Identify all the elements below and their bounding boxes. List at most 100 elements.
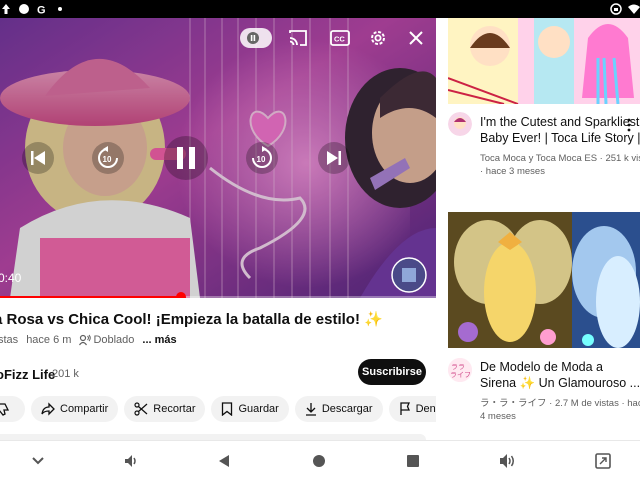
video-frame-image — [0, 18, 436, 298]
upload-icon — [2, 4, 10, 14]
progress-fill — [0, 296, 181, 298]
download-icon — [305, 403, 316, 416]
suggestion-meta-line1: ラ・ラ・ライフ · 2.7 M de vistas · hace — [480, 398, 640, 409]
back-icon — [219, 455, 229, 467]
recents-button[interactable] — [403, 451, 423, 471]
status-bar: G — [0, 0, 640, 18]
dislike-button[interactable] — [0, 396, 25, 422]
pause-button[interactable] — [164, 136, 208, 180]
suggestion-thumbnail-image — [448, 18, 640, 104]
suggestion-title-line1[interactable]: I'm the Cutest and Sparkliest — [480, 114, 640, 130]
volume-icon — [125, 455, 136, 467]
back-button[interactable] — [214, 451, 234, 471]
channel-subscribers: 201 k — [52, 368, 79, 380]
suggestion-meta-line2: 4 meses — [480, 411, 516, 422]
captions-icon: CC — [330, 30, 350, 46]
home-button[interactable] — [309, 451, 329, 471]
collapse-button[interactable] — [28, 451, 48, 471]
action-bar: Compartir Recortar Guardar Descargar Den… — [0, 396, 436, 422]
suggestion-title-line1[interactable]: De Modelo de Moda a — [480, 359, 640, 375]
download-button[interactable]: Descargar — [294, 396, 383, 422]
autoplay-toggle-icon — [247, 32, 259, 44]
dubbed-indicator: Doblado — [79, 334, 134, 346]
subscribe-button[interactable]: Suscribirse — [358, 359, 426, 385]
report-button[interactable]: Denunciar — [388, 396, 436, 422]
report-icon — [399, 402, 410, 415]
next-button[interactable] — [318, 142, 350, 174]
captions-button[interactable]: CC — [330, 28, 350, 48]
download-label: Descargar — [321, 403, 373, 415]
svg-text:10: 10 — [257, 155, 266, 164]
channel-name[interactable]: oFizz Life — [0, 367, 55, 382]
volume-right-button[interactable] — [498, 451, 518, 471]
svg-text:ライフ: ライフ — [450, 371, 471, 379]
suggestion-channel-avatar[interactable]: ララ ライフ — [448, 358, 472, 382]
save-button[interactable]: Guardar — [211, 396, 289, 422]
suggestion-title-line2[interactable]: Baby Ever! | Toca Life Story | — [480, 130, 640, 146]
circle-icon — [19, 4, 29, 14]
video-meta[interactable]: stas hace 6 m Doblado ... más — [0, 334, 177, 346]
channel-avatar-image: ララライフ — [448, 358, 472, 382]
dubbed-icon — [79, 334, 92, 346]
dot-icon — [58, 7, 62, 11]
previous-icon — [31, 151, 45, 165]
progress-thumb[interactable] — [175, 292, 186, 298]
media-icon — [610, 3, 622, 15]
forward-10-button[interactable]: 10 — [246, 142, 278, 174]
google-icon: G — [37, 5, 46, 16]
navigation-bar — [0, 440, 640, 480]
svg-text:ララ: ララ — [451, 363, 465, 371]
wifi-icon — [628, 4, 640, 14]
fullscreen-icon — [595, 453, 611, 469]
upload-age: hace 6 m — [26, 334, 72, 346]
volume-button[interactable] — [122, 451, 142, 471]
settings-button[interactable] — [368, 28, 388, 48]
close-icon — [409, 31, 423, 45]
suggestion-menu-button[interactable] — [622, 114, 636, 136]
close-button[interactable] — [406, 28, 426, 48]
dubbed-label: Doblado — [93, 334, 135, 346]
pause-icon — [177, 147, 195, 169]
cut-label: Recortar — [153, 403, 196, 415]
save-icon — [222, 402, 233, 416]
watch-panel: CC 10 10 0:40 a Rosa vs Chica Cool! ¡Emp… — [0, 18, 436, 440]
share-label: Compartir — [60, 403, 109, 415]
suggestion-thumbnail[interactable] — [448, 18, 640, 104]
forward-10-icon: 10 — [252, 146, 272, 168]
view-count: stas — [0, 334, 19, 346]
fullscreen-button[interactable] — [593, 451, 613, 471]
cast-icon — [289, 30, 307, 46]
suggestion-meta-line1: Toca Moca y Toca Moca ES · 251 k vis — [480, 153, 640, 164]
video-title: a Rosa vs Chica Cool! ¡Empieza la batall… — [0, 311, 383, 328]
autoplay-toggle[interactable] — [240, 28, 272, 48]
suggestion-meta-line2: · hace 3 meses — [480, 166, 545, 177]
more-vert-icon — [627, 118, 631, 132]
cut-button[interactable]: Recortar — [124, 396, 206, 422]
share-icon — [41, 402, 55, 416]
share-button[interactable]: Compartir — [31, 396, 119, 422]
previous-button[interactable] — [22, 142, 54, 174]
cast-button[interactable] — [288, 28, 308, 48]
screen: G CC 10 10 0:40 a Rosa vs Chica Cool! ¡E… — [0, 0, 640, 480]
progress-bar[interactable] — [0, 292, 436, 298]
home-icon — [313, 455, 325, 467]
volume-right-icon — [500, 454, 514, 468]
suggestion-thumbnail-image — [448, 212, 640, 348]
next-icon — [327, 151, 341, 165]
suggestion-thumbnail[interactable] — [448, 212, 640, 348]
cut-icon — [134, 402, 148, 416]
channel-avatar-image — [448, 112, 472, 136]
video-player[interactable]: CC 10 10 0:40 — [0, 18, 436, 298]
suggestions-panel: I'm the Cutest and Sparkliest Baby Ever!… — [436, 18, 640, 440]
rewind-10-icon: 10 — [98, 146, 118, 168]
more-link[interactable]: ... más — [142, 334, 176, 346]
settings-icon — [371, 31, 385, 45]
suggestion-title-line2[interactable]: Sirena ✨ Un Glamouroso ... — [480, 375, 640, 391]
recents-icon — [407, 455, 419, 467]
suggestion-channel-avatar[interactable] — [448, 112, 472, 136]
dislike-icon — [0, 403, 10, 416]
rewind-10-button[interactable]: 10 — [92, 142, 124, 174]
svg-text:CC: CC — [334, 35, 345, 44]
save-label: Guardar — [238, 403, 279, 415]
svg-text:10: 10 — [103, 155, 112, 164]
